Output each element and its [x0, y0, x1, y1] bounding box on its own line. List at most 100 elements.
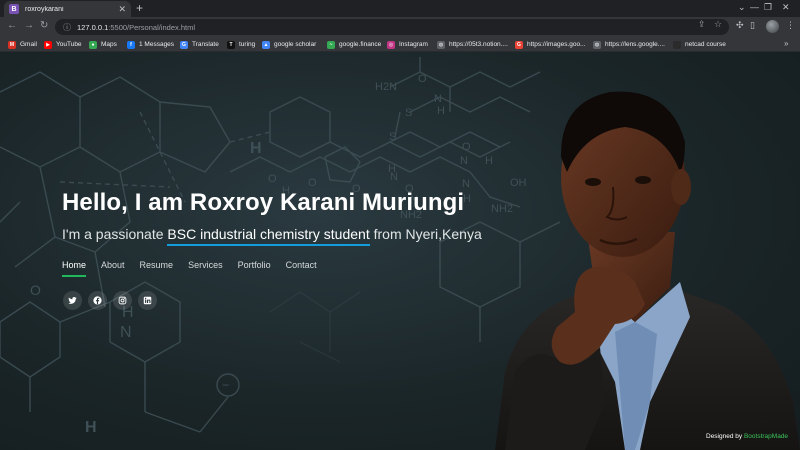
url-path: :5500/Personal/index.html	[108, 22, 195, 32]
bootstrapmade-link[interactable]: BootstrapMade	[744, 433, 788, 440]
nav-services[interactable]: Services	[188, 260, 223, 277]
typed-text: BSC industrial chemistry student	[167, 226, 370, 246]
nav-home[interactable]: Home	[62, 260, 87, 277]
nav-portfolio[interactable]: Portfolio	[238, 260, 271, 277]
atom-label: S	[405, 107, 412, 119]
restore-icon[interactable]: ❐	[764, 2, 772, 12]
atom-label: O	[30, 282, 41, 298]
nav-contact[interactable]: Contact	[286, 260, 317, 277]
globe-icon: ◍	[437, 40, 445, 49]
atom-label: H	[463, 193, 471, 205]
nav-about[interactable]: About	[101, 260, 125, 277]
bookmark-label: google scholar	[274, 41, 317, 48]
atom-label: N	[460, 155, 468, 167]
bookmark-item[interactable]: G Translate	[180, 39, 219, 50]
bookmark-item[interactable]: ▲ google scholar	[262, 39, 316, 50]
twitter-icon[interactable]	[63, 291, 82, 310]
reload-icon[interactable]: ↻	[40, 20, 48, 32]
nav-resume[interactable]: Resume	[140, 260, 174, 277]
main-nav: Home About Resume Services Portfolio Con…	[62, 260, 332, 277]
atom-label: H	[85, 419, 97, 436]
bookmark-label: 1 Messages	[139, 41, 175, 48]
google-icon: G	[515, 40, 523, 49]
new-tab-icon[interactable]: +	[136, 1, 143, 15]
bookmark-item[interactable]: ◍ https://lens.google....	[593, 39, 665, 50]
share-icon[interactable]: ⇪	[698, 19, 706, 30]
social-links	[63, 291, 163, 310]
atom-label: H	[250, 140, 262, 157]
footer-credits: Designed by BootstrapMade	[706, 433, 788, 440]
tab-strip: B roxroykarani ✕ + ⌄ — ❐ ✕	[0, 0, 800, 17]
bookmark-item[interactable]: ▶ YouTube	[44, 39, 82, 50]
extensions-icon[interactable]: ✣	[736, 20, 744, 31]
atom-label: H2N	[375, 81, 397, 93]
bookmark-item[interactable]: M Gmail	[8, 39, 37, 50]
bookmark-label: https://lens.google....	[605, 41, 665, 48]
bookmark-item[interactable]: Tturing	[227, 39, 255, 50]
atom-label: S	[389, 131, 396, 143]
bookmark-label: https://05t3.notion....	[449, 41, 508, 48]
side-panel-icon[interactable]: ▯	[750, 20, 755, 31]
close-window-icon[interactable]: ✕	[782, 2, 790, 12]
bookmark-label: turing	[239, 41, 256, 48]
instagram-icon: ◎	[387, 40, 395, 49]
site-info-icon[interactable]: ⓘ	[63, 22, 71, 33]
bookmark-item[interactable]: ~ google.finance	[327, 39, 381, 50]
facebook-icon[interactable]	[88, 291, 107, 310]
youtube-icon: ▶	[44, 40, 52, 49]
maps-icon: ●	[89, 40, 97, 49]
minus-charge-icon: −	[222, 378, 229, 392]
subtitle-prefix: I'm a passionate	[62, 226, 168, 242]
bookmark-label: Maps	[101, 41, 117, 48]
chevron-down-icon[interactable]: ⌄	[738, 2, 746, 12]
atom-label: O	[462, 141, 471, 153]
finance-icon: ~	[327, 40, 335, 49]
atom-label: O	[268, 173, 277, 185]
back-icon[interactable]: ←	[7, 20, 17, 32]
bookmark-label: netcad course	[685, 41, 726, 48]
gmail-icon: M	[8, 40, 16, 49]
bookmark-star-icon[interactable]: ☆	[714, 19, 722, 30]
bookmark-item[interactable]: ◎ Instagram	[387, 39, 428, 50]
hero-section: H2N O N H S S NH2 O N H O N H NH2 H N O …	[0, 52, 800, 450]
atom-label: N	[434, 93, 442, 105]
bookmark-label: YouTube	[56, 41, 82, 48]
bookmark-label: Translate	[192, 41, 219, 48]
more-bookmarks-icon[interactable]: »	[784, 39, 788, 48]
turing-icon: T	[227, 40, 235, 49]
kebab-menu-icon[interactable]: ⋮	[786, 20, 795, 31]
bootstrap-favicon-icon: B	[9, 4, 19, 14]
forward-icon[interactable]: →	[24, 20, 34, 32]
minimize-icon[interactable]: —	[750, 2, 759, 12]
address-bar[interactable]: ⓘ 127.0.0.1:5500/Personal/index.html	[55, 19, 729, 35]
scholar-icon: ▲	[262, 40, 270, 49]
bookmark-item[interactable]: netcad course	[673, 39, 726, 50]
hero-subtitle: I'm a passionate BSC industrial chemistr…	[62, 226, 482, 246]
subtitle-suffix: from Nyeri,Kenya	[369, 226, 482, 242]
browser-tab[interactable]: B roxroykarani ✕	[4, 1, 131, 17]
atom-label: O	[308, 177, 317, 189]
page-title: Hello, I am Roxroy Karani Muriungi	[62, 189, 465, 216]
bookmark-label: Instagram	[399, 41, 428, 48]
linkedin-icon[interactable]	[138, 291, 157, 310]
bookmark-item[interactable]: ◍ https://05t3.notion....	[437, 39, 508, 50]
atom-label: O	[418, 73, 427, 85]
bookmark-label: google.finance	[339, 41, 382, 48]
globe-icon: ◍	[593, 40, 601, 49]
tab-title: roxroykarani	[25, 5, 64, 13]
facebook-icon: f	[127, 40, 135, 49]
bookmark-item[interactable]: f 1 Messages	[127, 39, 174, 50]
bookmark-item[interactable]: ● Maps	[89, 39, 117, 50]
translate-icon: G	[180, 40, 188, 49]
bookmarks-bar: » M Gmail ▶ YouTube ● Maps f 1 Messages G Transla…	[0, 37, 800, 52]
profile-photo	[495, 91, 800, 450]
folder-icon	[673, 40, 681, 49]
bookmark-item[interactable]: Ghttps://images.goo...	[515, 39, 586, 50]
browser-toolbar: ← → ↻ ⓘ 127.0.0.1:5500/Personal/index.ht…	[0, 17, 800, 37]
bookmark-label: Gmail	[20, 41, 37, 48]
close-tab-icon[interactable]: ✕	[118, 4, 126, 14]
profile-avatar[interactable]	[766, 20, 779, 33]
atom-label: N	[120, 324, 132, 341]
instagram-icon[interactable]	[113, 291, 132, 310]
atom-label: H	[437, 105, 445, 117]
